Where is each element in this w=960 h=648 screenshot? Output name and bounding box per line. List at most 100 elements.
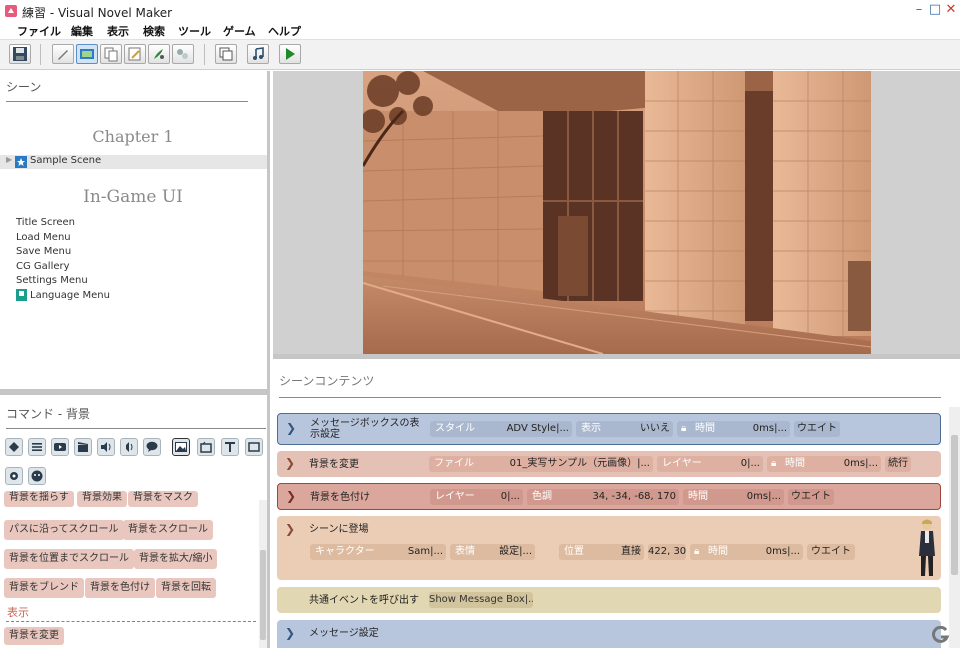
menu-search[interactable]: 検索 xyxy=(143,23,165,39)
param-file[interactable]: ファイル 01_実写サンプル（元画像）|... xyxy=(429,456,653,472)
chapter-heading: Chapter 1 xyxy=(92,127,174,146)
menu-view[interactable]: 表示 xyxy=(107,23,129,39)
cmd-sound-button[interactable] xyxy=(97,438,115,456)
layout-tool-button[interactable] xyxy=(76,44,98,64)
param-time[interactable]: 🔒︎ 時間 0ms|... xyxy=(677,421,790,437)
scrollbar-thumb[interactable] xyxy=(951,435,958,575)
close-button[interactable]: ✕ xyxy=(944,2,958,18)
music-icon xyxy=(253,47,264,60)
command-row-change-background[interactable]: ❯ 背景を変更 ファイル 01_実写サンプル（元画像）|... レイヤー 0|...… xyxy=(277,451,941,477)
chevron-right-icon[interactable]: ❯ xyxy=(286,489,296,503)
maximize-button[interactable]: □ xyxy=(928,2,942,18)
menu-help[interactable]: ヘルプ xyxy=(268,23,301,39)
cmd-video-button[interactable] xyxy=(51,438,69,456)
app-window: 練習 - Visual Novel Maker – □ ✕ ファイル 編集 表示… xyxy=(0,0,960,648)
content-scrollbar[interactable] xyxy=(949,407,960,648)
pen-tool-button[interactable] xyxy=(52,44,74,64)
param-wait[interactable]: ウエイト xyxy=(788,489,834,505)
save-button[interactable] xyxy=(9,44,31,64)
scene-content-panel: シーンコンテンツ ❯ メッセージボックスの表示設定 スタイル ADV Style|… xyxy=(273,359,960,648)
cmd-scroll-to-position[interactable]: 背景を位置までスクロール xyxy=(4,549,134,569)
cmd-clapper-button[interactable] xyxy=(74,438,92,456)
chevron-right-icon[interactable]: ❯ xyxy=(285,522,295,536)
command-row-message-settings[interactable]: ❯ メッセージ設定 xyxy=(277,620,941,648)
chevron-right-icon[interactable]: ❯ xyxy=(285,456,295,470)
command-row-tint-background[interactable]: ❯ 背景を色付け レイヤー 0|... 色調 34, -34, -68, 170 時… xyxy=(277,483,941,510)
param-visible[interactable]: 表示 いいえ xyxy=(576,421,673,437)
param-wait[interactable]: ウエイト xyxy=(807,544,855,560)
param-event[interactable]: Show Message Box|... xyxy=(429,592,533,608)
blocks-tool-button[interactable] xyxy=(172,44,194,64)
cmd-zoom-background[interactable]: 背景を拡大/縮小 xyxy=(134,549,218,569)
cmd-tint-background[interactable]: 背景を色付け xyxy=(85,578,155,598)
menu-tools[interactable]: ツール xyxy=(178,23,211,39)
play-button[interactable] xyxy=(279,44,301,64)
cmd-gear-button[interactable] xyxy=(5,467,23,485)
param-style[interactable]: スタイル ADV Style|... xyxy=(430,421,572,437)
menu-edit[interactable]: 編集 xyxy=(71,23,93,39)
ui-item-settings-menu[interactable]: Settings Menu xyxy=(16,275,88,286)
command-name: シーンに登場 xyxy=(309,524,369,535)
pen-icon xyxy=(58,50,68,60)
cmd-scroll-along-path[interactable]: パスに沿ってスクロール xyxy=(4,520,124,540)
param-position[interactable]: 位置 直接 xyxy=(559,544,644,560)
box-icon xyxy=(200,441,212,453)
ui-item-cg-gallery[interactable]: CG Gallery xyxy=(16,261,70,272)
cmd-window-button[interactable] xyxy=(245,438,263,456)
command-row-show-character[interactable]: ❯ シーンに登場 キャラクター Sam|... 表情 設定|... 位置 直接 422… xyxy=(277,516,941,580)
lock-icon: 🔒︎ xyxy=(771,458,777,469)
divider xyxy=(6,101,248,102)
command-row-message-box[interactable]: ❯ メッセージボックスの表示設定 スタイル ADV Style|... 表示 いいえ… xyxy=(277,413,941,445)
cmd-rotate-background[interactable]: 背景を回転 xyxy=(156,578,216,598)
cmd-face-button[interactable] xyxy=(28,467,46,485)
chevron-right-icon[interactable]: ❯ xyxy=(285,626,295,640)
cmd-voice-button[interactable] xyxy=(120,438,138,456)
brush-tool-button[interactable] xyxy=(148,44,170,64)
ui-item-load-menu[interactable]: Load Menu xyxy=(16,232,71,243)
cmd-add-button[interactable] xyxy=(5,438,23,456)
param-tone[interactable]: 色調 34, -34, -68, 170 xyxy=(527,489,679,505)
param-wait[interactable]: ウエイト xyxy=(794,421,840,437)
voice-icon xyxy=(126,442,133,452)
param-character[interactable]: キャラクター Sam|... xyxy=(310,544,446,560)
expand-arrow-icon[interactable]: ▶ xyxy=(6,155,12,164)
cmd-text-button[interactable] xyxy=(221,438,239,456)
command-row-call-common-event[interactable]: 共通イベントを呼び出す Show Message Box|... xyxy=(277,587,941,613)
scrollbar-thumb[interactable] xyxy=(260,550,266,640)
menu-file[interactable]: ファイル xyxy=(17,23,61,39)
param-time[interactable]: 🔒︎ 時間 0ms|... xyxy=(690,544,803,560)
cmd-scroll-background[interactable]: 背景をスクロール xyxy=(123,520,213,540)
music-button[interactable] xyxy=(247,44,269,64)
param-layer[interactable]: レイヤー 0|... xyxy=(430,489,523,505)
ui-item-title-screen[interactable]: Title Screen xyxy=(16,217,75,228)
edit-tool-button[interactable] xyxy=(124,44,146,64)
cmd-box-button[interactable] xyxy=(197,438,215,456)
param-coordinates[interactable]: 422, 30 xyxy=(648,544,686,560)
ingame-ui-heading: In-Game UI xyxy=(83,187,183,207)
command-scrollbar[interactable] xyxy=(259,500,267,648)
param-layer[interactable]: レイヤー 0|... xyxy=(657,456,763,472)
command-panel-header: コマンド - 背景 xyxy=(6,407,90,421)
cmd-blend-background[interactable]: 背景をブレンド xyxy=(4,578,84,598)
menu-game[interactable]: ゲーム xyxy=(223,23,256,39)
ui-item-save-menu[interactable]: Save Menu xyxy=(16,246,71,257)
cmd-background-effect[interactable]: 背景効果 xyxy=(77,491,127,507)
database-button[interactable] xyxy=(215,44,237,64)
chevron-right-icon[interactable]: ❯ xyxy=(286,421,296,435)
scene-item-sample[interactable]: ▶ Sample Scene xyxy=(0,155,267,169)
ui-item-language-menu[interactable]: Language Menu xyxy=(30,290,110,301)
param-time[interactable]: 🔒︎ 時間 0ms|... xyxy=(767,456,881,472)
param-time[interactable]: 時間 0ms|... xyxy=(683,489,784,505)
cmd-picture-button[interactable] xyxy=(172,438,190,456)
copy-tool-button[interactable] xyxy=(100,44,122,64)
cmd-message-button[interactable] xyxy=(143,438,161,456)
cmd-mask-background[interactable]: 背景をマスク xyxy=(128,491,198,507)
divider xyxy=(279,397,941,398)
cmd-shake-background[interactable]: 背景を揺らす xyxy=(4,491,74,507)
param-continue[interactable]: 続行 xyxy=(885,456,911,472)
cmd-change-background[interactable]: 背景を変更 xyxy=(4,627,64,645)
cmd-list-button[interactable] xyxy=(28,438,46,456)
scene-preview[interactable] xyxy=(363,71,871,354)
minimize-button[interactable]: – xyxy=(912,2,926,18)
param-expression[interactable]: 表情 設定|... xyxy=(450,544,535,560)
